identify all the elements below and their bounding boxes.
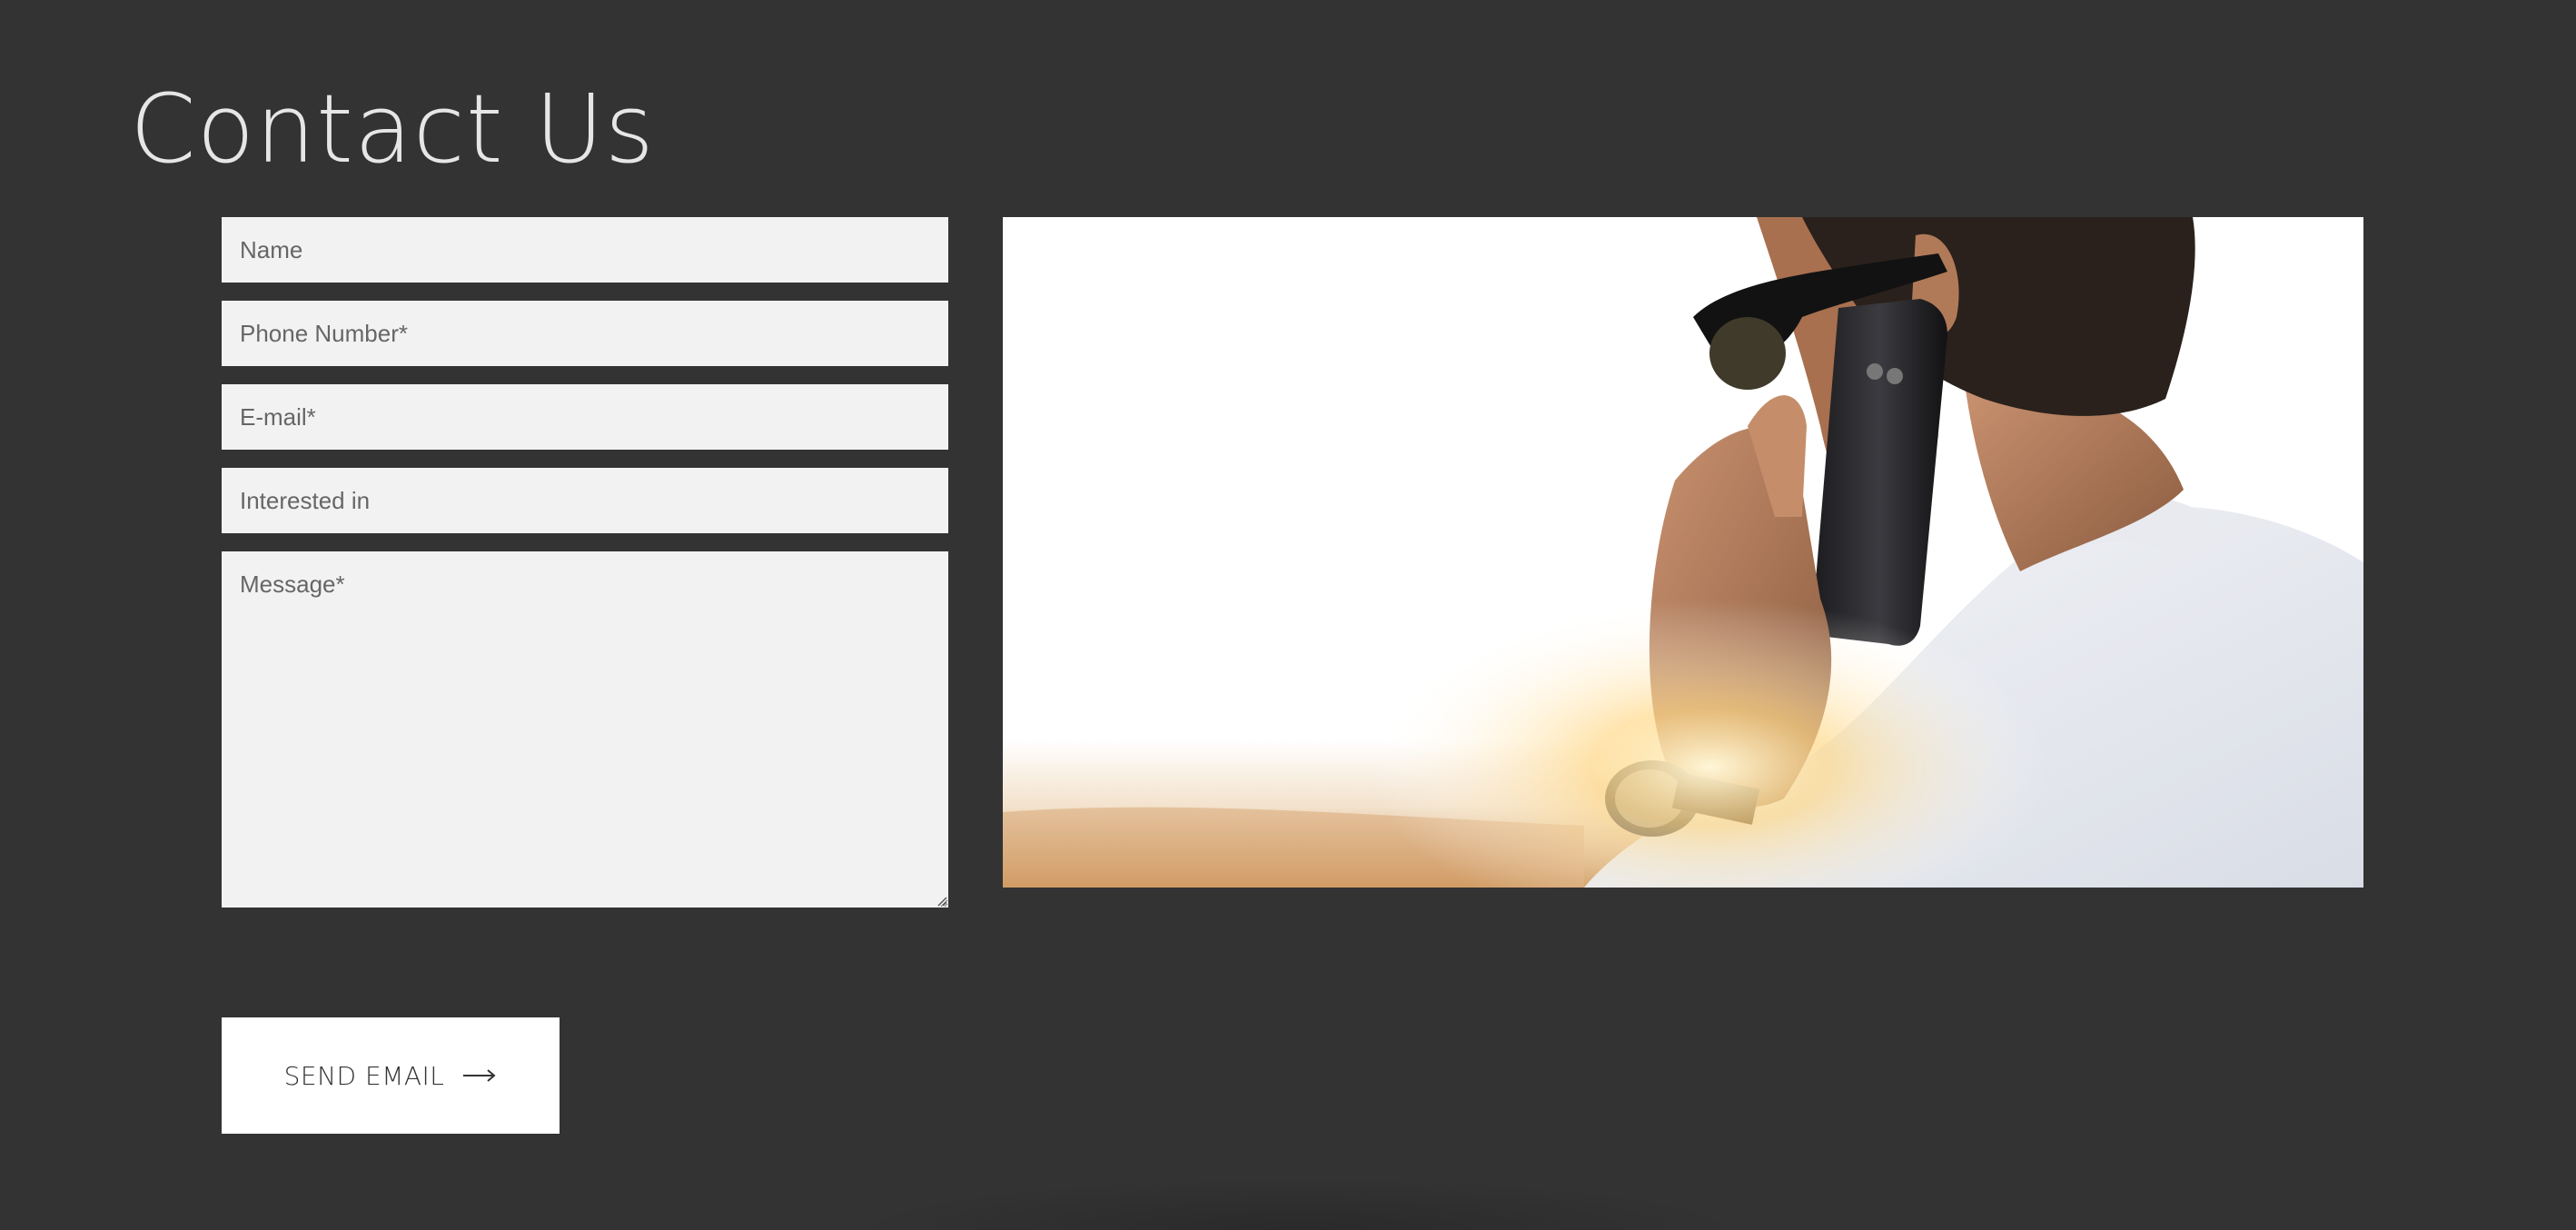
send-email-button[interactable]: SEND EMAIL [222, 1017, 560, 1134]
send-email-label: SEND EMAIL [283, 1060, 445, 1091]
name-field[interactable] [222, 217, 948, 283]
phone-number-field[interactable] [222, 301, 948, 366]
contact-page: Contact Us SEND EMAIL [0, 0, 2576, 1230]
interested-in-field[interactable] [222, 468, 948, 533]
page-title: Contact Us [130, 74, 655, 184]
arrow-right-icon [463, 1069, 496, 1082]
email-field[interactable] [222, 384, 948, 450]
footer-shadow [845, 1177, 1753, 1230]
man-on-phone-photo [1003, 217, 2363, 888]
message-field[interactable] [222, 551, 948, 908]
